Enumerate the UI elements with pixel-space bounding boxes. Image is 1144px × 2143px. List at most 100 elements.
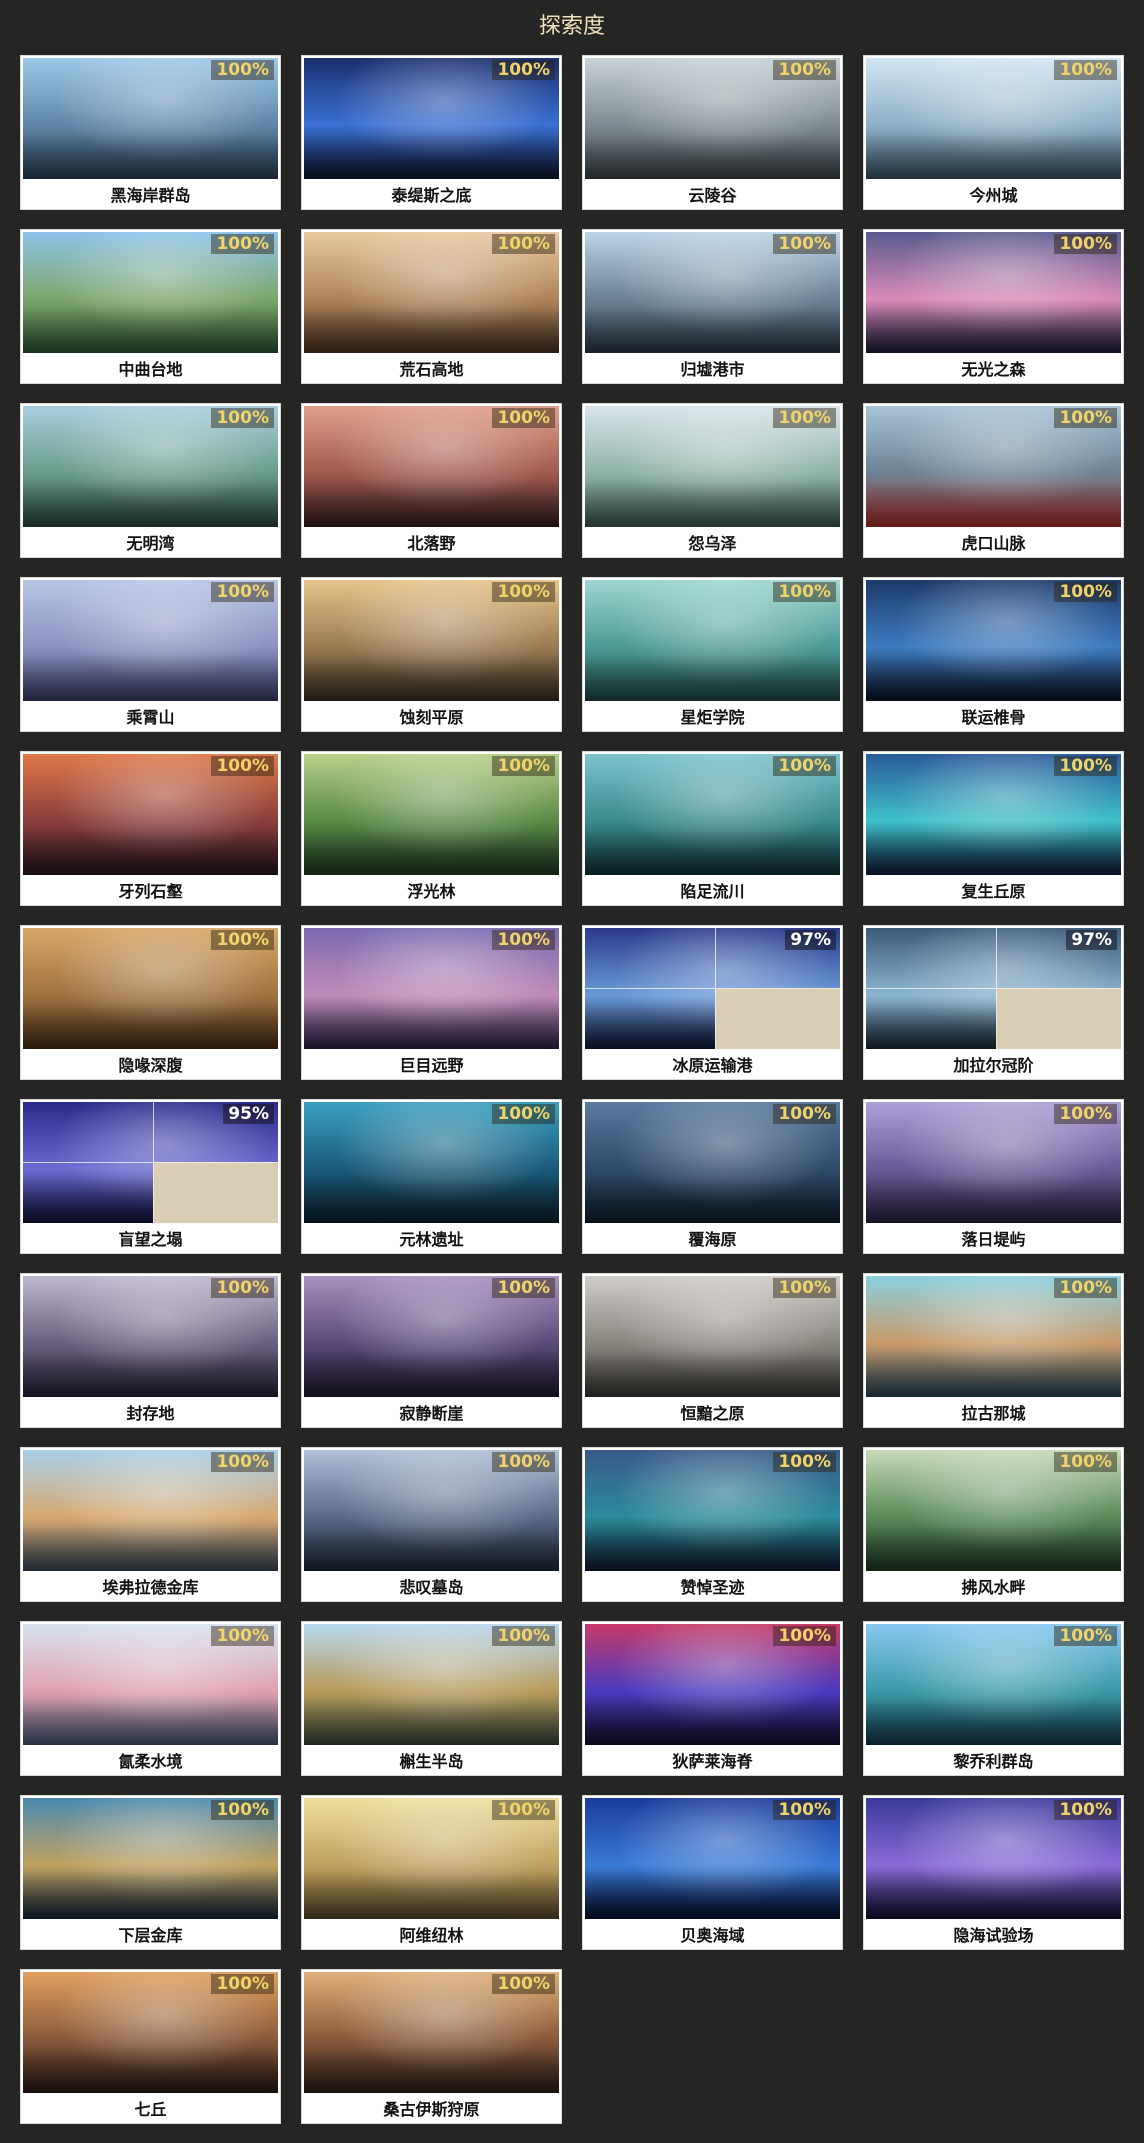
region-card[interactable]: 100% 氤柔水境 bbox=[20, 1621, 281, 1776]
region-card[interactable]: 100% 悲叹墓岛 bbox=[301, 1447, 562, 1602]
region-thumbnail: 100% bbox=[866, 58, 1121, 179]
thumbnail-landscape bbox=[585, 481, 840, 527]
exploration-percent: 100% bbox=[492, 60, 555, 80]
region-name: 荒石高地 bbox=[399, 360, 464, 379]
region-card[interactable]: 97% 冰原运输港 bbox=[582, 925, 843, 1080]
exploration-percent: 100% bbox=[211, 1626, 274, 1646]
region-card[interactable]: 100% 无光之森 bbox=[863, 229, 1124, 384]
region-card[interactable]: 100% 北落野 bbox=[301, 403, 562, 558]
region-thumbnail: 100% bbox=[585, 232, 840, 353]
thumbnail-landscape bbox=[304, 481, 559, 527]
region-thumbnail: 100% bbox=[585, 1276, 840, 1397]
region-card[interactable]: 100% 元林遗址 bbox=[301, 1099, 562, 1254]
thumbnail-landscape bbox=[304, 1351, 559, 1397]
exploration-percent: 100% bbox=[773, 1278, 836, 1298]
region-card[interactable]: 100% 隐喙深腹 bbox=[20, 925, 281, 1080]
region-card[interactable]: 100% 贝奥海域 bbox=[582, 1795, 843, 1950]
region-card[interactable]: 100% 封存地 bbox=[20, 1273, 281, 1428]
region-card[interactable]: 100% 巨目远野 bbox=[301, 925, 562, 1080]
region-thumbnail: 100% bbox=[304, 232, 559, 353]
thumbnail-landscape bbox=[866, 133, 1121, 179]
region-name: 悲叹墓岛 bbox=[399, 1578, 464, 1597]
region-name: 阿维纽林 bbox=[399, 1926, 464, 1945]
region-thumbnail: 100% bbox=[866, 406, 1121, 527]
region-name: 乘霄山 bbox=[126, 708, 175, 727]
region-thumbnail: 100% bbox=[585, 1450, 840, 1571]
region-card[interactable]: 100% 无明湾 bbox=[20, 403, 281, 558]
exploration-percent: 100% bbox=[773, 1626, 836, 1646]
exploration-percent: 100% bbox=[492, 1104, 555, 1124]
exploration-percent: 100% bbox=[492, 1452, 555, 1472]
exploration-percent: 100% bbox=[211, 408, 274, 428]
region-card[interactable]: 100% 云陵谷 bbox=[582, 55, 843, 210]
region-card[interactable]: 100% 中曲台地 bbox=[20, 229, 281, 384]
thumbnail-landscape bbox=[304, 307, 559, 353]
thumbnail-landscape bbox=[23, 1525, 278, 1571]
region-card[interactable]: 100% 陷足流川 bbox=[582, 751, 843, 906]
exploration-percent: 100% bbox=[1054, 408, 1117, 428]
region-thumbnail: 100% bbox=[866, 1624, 1121, 1745]
exploration-percent: 100% bbox=[492, 1974, 555, 1994]
region-name: 狄萨莱海脊 bbox=[672, 1752, 753, 1771]
thumbnail-landscape bbox=[585, 1699, 840, 1745]
exploration-percent: 95% bbox=[223, 1104, 274, 1124]
region-card[interactable]: 100% 狄萨莱海脊 bbox=[582, 1621, 843, 1776]
region-card[interactable]: 100% 蚀刻平原 bbox=[301, 577, 562, 732]
region-name: 氤柔水境 bbox=[118, 1752, 183, 1771]
region-card[interactable]: 100% 槲生半岛 bbox=[301, 1621, 562, 1776]
region-card[interactable]: 100% 下层金库 bbox=[20, 1795, 281, 1950]
region-name: 浮光林 bbox=[407, 882, 456, 901]
region-card[interactable]: 100% 星炬学院 bbox=[582, 577, 843, 732]
region-card[interactable]: 95% 盲望之塌 bbox=[20, 1099, 281, 1254]
region-card[interactable]: 100% 联运椎骨 bbox=[863, 577, 1124, 732]
region-card[interactable]: 100% 埃弗拉德金库 bbox=[20, 1447, 281, 1602]
region-card[interactable]: 100% 泰缇斯之底 bbox=[301, 55, 562, 210]
region-card[interactable]: 100% 复生丘原 bbox=[863, 751, 1124, 906]
region-thumbnail: 100% bbox=[585, 580, 840, 701]
region-card[interactable]: 100% 归墟港市 bbox=[582, 229, 843, 384]
region-card[interactable]: 100% 桑古伊斯狩原 bbox=[301, 1969, 562, 2124]
region-card[interactable]: 100% 今州城 bbox=[863, 55, 1124, 210]
region-card[interactable]: 100% 浮光林 bbox=[301, 751, 562, 906]
region-card[interactable]: 100% 虎口山脉 bbox=[863, 403, 1124, 558]
region-name: 巨目远野 bbox=[399, 1056, 464, 1075]
region-name: 寂静断崖 bbox=[399, 1404, 464, 1423]
region-card[interactable]: 100% 怨乌泽 bbox=[582, 403, 843, 558]
exploration-percent: 100% bbox=[211, 234, 274, 254]
thumbnail-landscape bbox=[23, 133, 278, 179]
region-thumbnail: 100% bbox=[304, 1102, 559, 1223]
region-thumbnail: 100% bbox=[304, 58, 559, 179]
region-card[interactable]: 100% 赞悼圣迹 bbox=[582, 1447, 843, 1602]
thumbnail-landscape bbox=[304, 1873, 559, 1919]
region-card[interactable]: 100% 牙列石壑 bbox=[20, 751, 281, 906]
region-card[interactable]: 100% 黑海岸群岛 bbox=[20, 55, 281, 210]
region-card[interactable]: 100% 寂静断崖 bbox=[301, 1273, 562, 1428]
region-thumbnail: 100% bbox=[304, 754, 559, 875]
thumbnail-landscape bbox=[23, 1351, 278, 1397]
region-card[interactable]: 97% 加拉尔冠阶 bbox=[863, 925, 1124, 1080]
region-card[interactable]: 100% 落日堤屿 bbox=[863, 1099, 1124, 1254]
region-name: 怨乌泽 bbox=[688, 534, 737, 553]
unexplored-mask bbox=[996, 988, 1121, 1049]
region-card[interactable]: 100% 拂风水畔 bbox=[863, 1447, 1124, 1602]
thumbnail-landscape bbox=[585, 133, 840, 179]
region-name: 云陵谷 bbox=[688, 186, 737, 205]
region-card[interactable]: 100% 覆海原 bbox=[582, 1099, 843, 1254]
exploration-percent: 97% bbox=[785, 930, 836, 950]
region-name: 牙列石壑 bbox=[118, 882, 183, 901]
region-thumbnail: 100% bbox=[23, 1450, 278, 1571]
region-card[interactable]: 100% 七丘 bbox=[20, 1969, 281, 2124]
thumbnail-landscape bbox=[585, 655, 840, 701]
region-card[interactable]: 100% 荒石高地 bbox=[301, 229, 562, 384]
region-card[interactable]: 100% 黎乔利群岛 bbox=[863, 1621, 1124, 1776]
region-name: 拂风水畔 bbox=[961, 1578, 1026, 1597]
region-card[interactable]: 100% 隐海试验场 bbox=[863, 1795, 1124, 1950]
region-card[interactable]: 100% 阿维纽林 bbox=[301, 1795, 562, 1950]
region-thumbnail: 100% bbox=[304, 1450, 559, 1571]
region-card[interactable]: 100% 恒黯之原 bbox=[582, 1273, 843, 1428]
region-thumbnail: 100% bbox=[23, 1798, 278, 1919]
region-card[interactable]: 100% 乘霄山 bbox=[20, 577, 281, 732]
exploration-percent: 100% bbox=[773, 1800, 836, 1820]
region-card[interactable]: 100% 拉古那城 bbox=[863, 1273, 1124, 1428]
exploration-percent: 100% bbox=[211, 582, 274, 602]
